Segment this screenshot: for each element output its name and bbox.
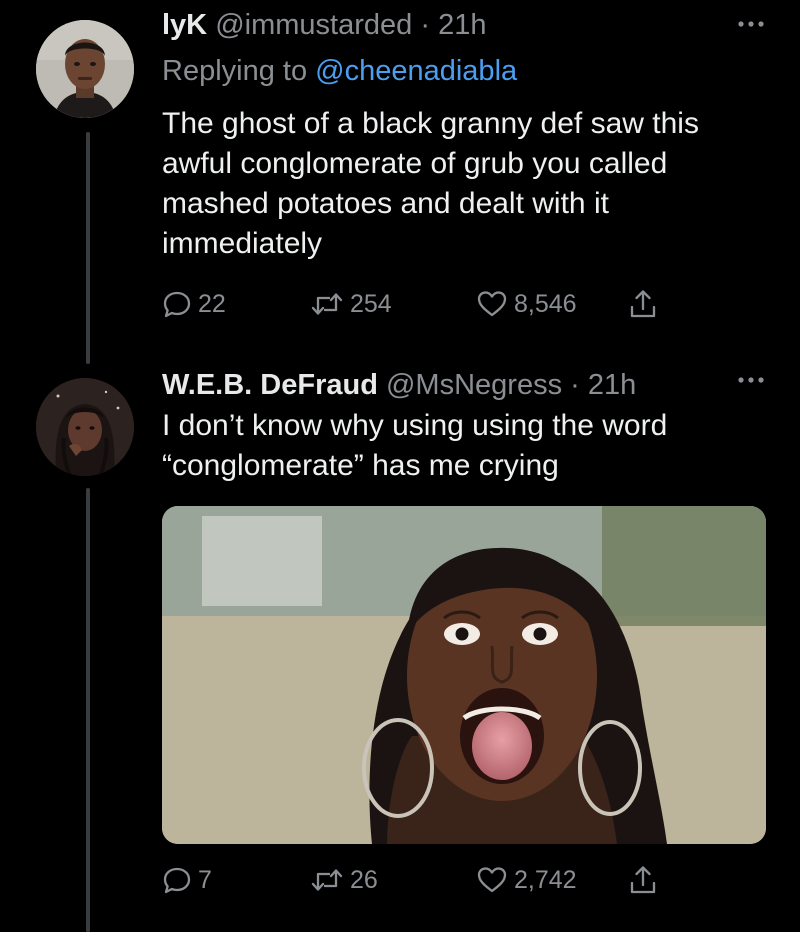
tweet-text: The ghost of a black granny def saw this… bbox=[162, 107, 699, 260]
mention-link[interactable]: @cheenadiabla bbox=[315, 55, 517, 87]
timestamp[interactable]: 21h bbox=[588, 369, 636, 401]
header-separator: · bbox=[570, 369, 580, 401]
retweet-count: 254 bbox=[350, 289, 392, 318]
replying-to: Replying to @cheenadiabla bbox=[162, 54, 517, 88]
tweet-actions: 22 254 8,546 bbox=[162, 284, 722, 324]
avatar[interactable] bbox=[36, 378, 134, 476]
tweet-header: W.E.B. DeFraud @MsNegress · 21h bbox=[162, 368, 636, 402]
reply-icon bbox=[163, 867, 191, 894]
heart-icon bbox=[477, 291, 507, 317]
avatar[interactable] bbox=[36, 20, 134, 118]
reply-button[interactable]: 22 bbox=[162, 284, 226, 324]
timestamp[interactable]: 21h bbox=[438, 9, 486, 41]
user-handle[interactable]: @immustarded bbox=[215, 9, 412, 41]
share-button[interactable] bbox=[628, 284, 658, 324]
heart-icon bbox=[477, 867, 507, 893]
display-name[interactable]: W.E.B. DeFraud bbox=[162, 369, 378, 401]
retweet-icon bbox=[311, 869, 343, 891]
user-handle[interactable]: @MsNegress bbox=[386, 369, 562, 401]
retweet-button[interactable]: 254 bbox=[310, 284, 392, 324]
replying-label: Replying to bbox=[162, 55, 308, 87]
tweet-header: lyK @immustarded · 21h bbox=[162, 8, 486, 42]
share-icon bbox=[630, 866, 656, 894]
reply-button[interactable]: 7 bbox=[162, 860, 212, 900]
reply-count: 7 bbox=[198, 865, 212, 894]
more-icon[interactable] bbox=[738, 8, 764, 34]
display-name[interactable]: lyK bbox=[162, 9, 207, 41]
tweet-media[interactable] bbox=[162, 506, 766, 844]
like-count: 8,546 bbox=[514, 289, 577, 318]
more-icon[interactable] bbox=[738, 364, 764, 390]
like-button[interactable]: 2,742 bbox=[476, 860, 577, 900]
reply-count: 22 bbox=[198, 289, 226, 318]
like-button[interactable]: 8,546 bbox=[476, 284, 577, 324]
tweet-actions: 7 26 2,742 bbox=[162, 860, 722, 900]
thread-line bbox=[86, 488, 90, 932]
like-count: 2,742 bbox=[514, 865, 577, 894]
tweet-text: I don’t know why using using the word “c… bbox=[162, 409, 668, 482]
share-icon bbox=[630, 290, 656, 318]
retweet-count: 26 bbox=[350, 865, 378, 894]
retweet-button[interactable]: 26 bbox=[310, 860, 378, 900]
header-separator: · bbox=[420, 9, 430, 41]
retweet-icon bbox=[311, 293, 343, 315]
share-button[interactable] bbox=[628, 860, 658, 900]
reply-icon bbox=[163, 291, 191, 318]
thread-line bbox=[86, 132, 90, 364]
